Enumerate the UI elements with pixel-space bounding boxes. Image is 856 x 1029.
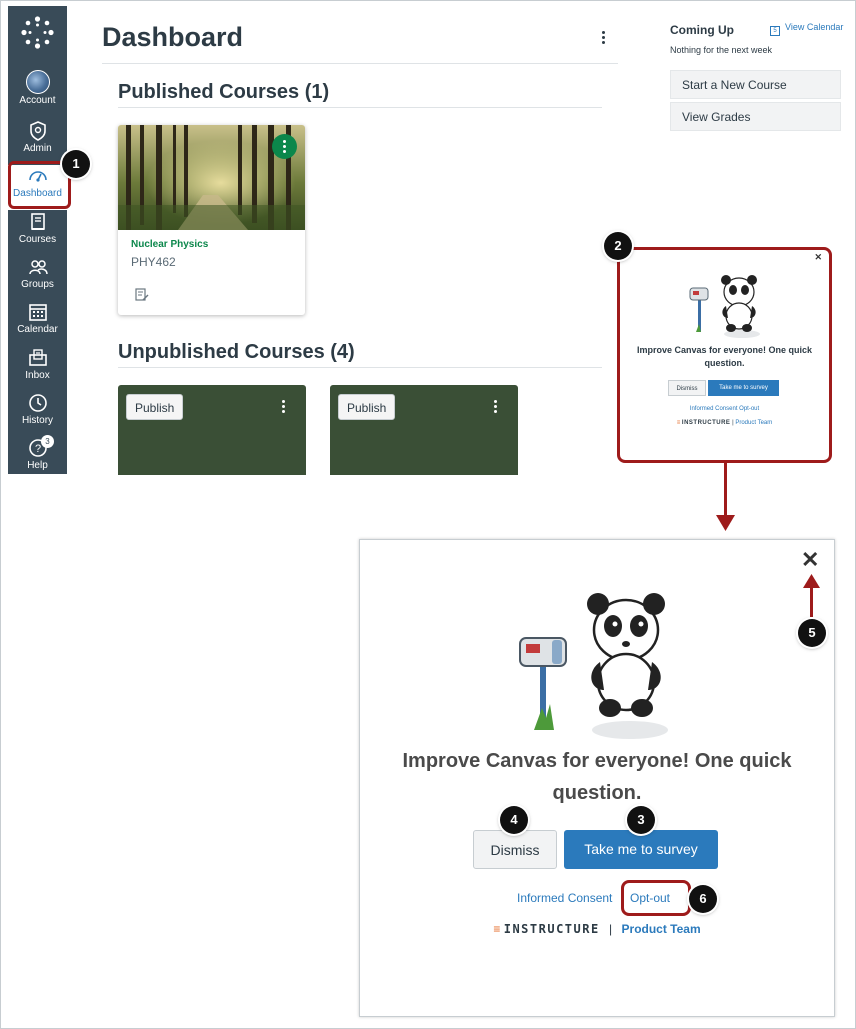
course-card-nuclear-physics[interactable]: Nuclear Physics PHY462: [118, 125, 305, 315]
brand-name-large: INSTRUCTURE: [503, 922, 600, 936]
nav-help-label: Help: [27, 460, 48, 471]
course-name[interactable]: Nuclear Physics: [131, 239, 208, 250]
step-marker-4: 4: [500, 806, 528, 834]
avatar: [25, 70, 50, 94]
unpublished-course-card[interactable]: Publish: [330, 385, 518, 475]
publish-button[interactable]: Publish: [126, 394, 184, 420]
start-new-course-button[interactable]: Start a New Course: [670, 70, 841, 99]
opt-out-highlight: [621, 880, 691, 916]
take-survey-button-small[interactable]: Take me to survey: [708, 380, 779, 396]
assignments-icon[interactable]: [135, 288, 149, 302]
course-card-menu-icon[interactable]: [272, 134, 297, 159]
publish-button[interactable]: Publish: [338, 394, 396, 420]
nav-account-label: Account: [19, 95, 56, 106]
brand-separator-large: |: [609, 922, 613, 936]
survey-popup-small: ✕ Improve Canvas for everyone! One quick…: [617, 247, 832, 463]
survey-question-large: Improve Canvas for everyone! One quick q…: [402, 750, 792, 804]
nav-groups-label: Groups: [21, 279, 54, 290]
survey-popup-large: ✕ Improve Canvas for everyone! One quick…: [359, 539, 835, 1017]
informed-consent-link-small[interactable]: Informed Consent: [690, 406, 738, 412]
step-marker-1: 1: [62, 150, 90, 178]
instructure-logo-icon: ≡: [493, 922, 501, 936]
nav-inbox-label: Inbox: [25, 370, 50, 381]
published-courses-heading: Published Courses (1): [118, 81, 330, 103]
coming-up-heading: Coming Up: [670, 23, 734, 37]
title-divider: [102, 63, 618, 64]
nav-courses-label: Courses: [18, 234, 57, 245]
arrow-up-icon: [803, 574, 820, 588]
step-marker-3: 3: [627, 806, 655, 834]
nav-calendar-label: Calendar: [17, 324, 58, 335]
calendar-icon: [28, 304, 47, 321]
course-code: PHY462: [131, 255, 176, 269]
close-arrow-line: [810, 585, 813, 617]
unpublished-divider: [118, 367, 602, 368]
brand-separator-small: |: [732, 420, 734, 426]
panda-mailbox-illustration: [519, 593, 668, 739]
connector-arrow-line: [724, 463, 727, 520]
view-calendar-label: View Calendar: [785, 22, 844, 32]
panda-mailbox-illustration: [689, 275, 760, 338]
unpublished-courses-heading: Unpublished Courses (4): [118, 341, 355, 363]
course-card-menu-icon[interactable]: [494, 400, 498, 415]
nav-courses[interactable]: Courses: [8, 211, 67, 256]
brand-name-small: INSTRUCTURE: [681, 420, 731, 426]
step-marker-2: 2: [604, 232, 632, 260]
dismiss-button-large[interactable]: Dismiss: [473, 830, 557, 869]
survey-brand-large: ≡ INSTRUCTURE | Product Team: [360, 922, 834, 936]
opt-out-link-small[interactable]: Opt-out: [739, 406, 759, 412]
instructure-logo-icon: ≡: [676, 420, 681, 426]
survey-links-small: Informed Consent Opt-out: [620, 406, 829, 412]
canvas-logo-icon[interactable]: [21, 16, 54, 49]
nav-groups[interactable]: Groups: [8, 256, 67, 301]
dismiss-button-small[interactable]: Dismiss: [668, 380, 706, 396]
book-icon: [30, 213, 45, 230]
take-survey-button-large[interactable]: Take me to survey: [564, 830, 718, 869]
help-badge: 3: [41, 435, 54, 448]
survey-brand-small: ≡ INSTRUCTURE | Product Team: [620, 420, 829, 426]
informed-consent-link-large[interactable]: Informed Consent: [517, 891, 612, 905]
view-calendar-link[interactable]: 5 View Calendar: [770, 22, 843, 36]
close-icon[interactable]: ✕: [814, 252, 822, 263]
nav-account[interactable]: Account: [8, 70, 67, 115]
svg-text:?: ?: [34, 443, 40, 455]
shield-icon: [29, 121, 46, 141]
dashboard-options-icon[interactable]: [602, 31, 606, 46]
nav-help[interactable]: ? 3 Help: [8, 435, 67, 482]
course-card-menu-icon[interactable]: [282, 400, 286, 415]
calendar-icon: 5: [770, 26, 780, 36]
published-divider: [118, 107, 602, 108]
arrow-down-icon: [716, 515, 735, 531]
unpublished-course-card[interactable]: Publish: [118, 385, 306, 475]
view-grades-button[interactable]: View Grades: [670, 102, 841, 131]
nav-calendar[interactable]: Calendar: [8, 301, 67, 346]
product-team-small: Product Team: [735, 420, 773, 426]
clock-icon: [28, 394, 47, 412]
step-marker-6: 6: [689, 885, 717, 913]
nav-history[interactable]: History: [8, 392, 67, 437]
dashboard-highlight: [8, 161, 71, 209]
nav-history-label: History: [21, 415, 54, 426]
nav-admin[interactable]: Admin: [8, 120, 67, 165]
survey-question-small: Improve Canvas for everyone! One quick q…: [636, 345, 813, 368]
step-marker-5: 5: [798, 619, 826, 647]
close-icon[interactable]: ✕: [801, 547, 819, 573]
coming-up-empty-text: Nothing for the next week: [670, 45, 773, 55]
global-nav: Account Admin Dashboard Courses Groups C…: [8, 6, 67, 474]
nav-inbox[interactable]: Inbox: [8, 347, 67, 392]
product-team-large: Product Team: [621, 922, 701, 936]
page-title: Dashboard: [102, 22, 244, 52]
nav-admin-label: Admin: [23, 143, 52, 154]
groups-icon: [28, 260, 48, 275]
inbox-icon: [28, 349, 47, 366]
